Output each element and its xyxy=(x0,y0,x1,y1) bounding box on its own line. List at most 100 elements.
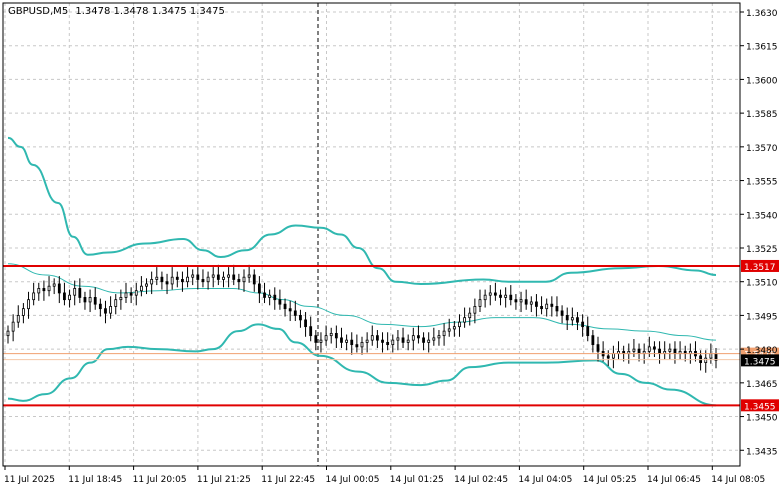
candle-bear xyxy=(401,337,405,343)
candle-bull xyxy=(114,299,118,307)
candle-bear xyxy=(304,319,307,328)
candle-bull xyxy=(16,315,20,323)
candle-bear xyxy=(78,288,82,298)
x-tick-label: 11 Jul 22:45 xyxy=(261,475,315,485)
candle-bull xyxy=(170,276,174,285)
candle-bear xyxy=(196,274,200,280)
candle-bear xyxy=(550,303,554,307)
y-tick-label: 1.3450 xyxy=(746,414,778,424)
candle-bull xyxy=(68,294,71,301)
candle-bull xyxy=(570,317,574,321)
y-tick-label: 1.3585 xyxy=(746,110,778,120)
x-tick-label: 11 Jul 20:05 xyxy=(133,475,187,485)
candle-bear xyxy=(309,326,313,337)
candle-bull xyxy=(52,283,56,287)
candle-bear xyxy=(57,283,61,294)
chart-window[interactable]: 1.35171.34551.34781.3475 1.36301.36151.3… xyxy=(0,0,781,489)
level-price-label: 1.3517 xyxy=(744,263,776,273)
candle-bear xyxy=(514,299,518,303)
candle-bull xyxy=(150,279,154,285)
candle-bull xyxy=(411,335,415,341)
candle-bear xyxy=(293,310,297,316)
candle-bear xyxy=(493,292,497,296)
candle-bear xyxy=(540,306,543,310)
candle-bear xyxy=(42,288,46,292)
candle-bull xyxy=(704,357,708,364)
candle-bear xyxy=(381,339,384,343)
candle-bull xyxy=(145,283,148,287)
x-tick-label: 14 Jul 08:05 xyxy=(711,475,765,485)
level-price-label: 1.3455 xyxy=(744,402,776,412)
y-tick-label: 1.3555 xyxy=(746,178,778,188)
candle-bear xyxy=(288,308,292,312)
candle-bear xyxy=(422,337,425,343)
symbol-timeframe: GBPUSD,M5 xyxy=(8,6,68,17)
candle-bull xyxy=(647,346,651,352)
candle-bear xyxy=(653,346,656,350)
candle-bull xyxy=(329,332,333,337)
y-tick-label: 1.3510 xyxy=(746,279,778,289)
candle-bear xyxy=(576,317,579,323)
candle-bull xyxy=(6,330,10,337)
candle-bull xyxy=(191,274,195,278)
candle-bull xyxy=(396,337,400,341)
price-chart[interactable]: 1.35171.34551.34781.3475 1.36301.36151.3… xyxy=(0,0,781,489)
candle-bear xyxy=(509,294,513,301)
candle-bull xyxy=(227,274,231,278)
x-tick-label: 14 Jul 01:25 xyxy=(390,475,444,485)
candle-bear xyxy=(386,341,390,346)
candle-bull xyxy=(437,335,441,339)
candle-bear xyxy=(350,339,354,346)
candle-bear xyxy=(216,274,220,280)
candle-bull xyxy=(88,297,92,303)
candle-bear xyxy=(257,283,261,294)
candle-bull xyxy=(134,290,138,296)
candle-bull xyxy=(458,321,461,328)
candle-bear xyxy=(232,274,236,280)
ohlc-values: 1.3478 1.3478 1.3475 1.3475 xyxy=(75,6,225,17)
candle-bull xyxy=(73,288,77,296)
candle-bull xyxy=(155,276,159,280)
candle-bear xyxy=(160,276,164,283)
candle-bear xyxy=(637,348,641,355)
candle-bear xyxy=(591,335,595,346)
candle-bull xyxy=(483,294,487,301)
candle-bear xyxy=(299,315,302,321)
candle-bull xyxy=(427,339,431,343)
y-tick-label: 1.3525 xyxy=(746,245,778,255)
candle-bull xyxy=(468,312,472,319)
candle-bull xyxy=(632,348,636,352)
candle-bear xyxy=(263,292,266,298)
candle-bear xyxy=(201,279,205,283)
x-tick-label: 11 Jul 18:45 xyxy=(68,475,122,485)
x-tick-label: 14 Jul 04:05 xyxy=(518,475,572,485)
candle-bear xyxy=(237,279,241,283)
x-tick-label: 14 Jul 05:25 xyxy=(583,475,637,485)
candle-bear xyxy=(581,321,585,328)
candle-bear xyxy=(98,303,102,310)
candle-bull xyxy=(529,301,533,305)
candle-bull xyxy=(242,276,246,283)
candle-bear xyxy=(375,335,379,341)
candle-bull xyxy=(391,339,395,346)
candle-bull xyxy=(27,299,30,310)
candle-bear xyxy=(104,308,107,314)
candle-bull xyxy=(47,285,51,292)
candle-bear xyxy=(586,326,590,337)
candle-bull xyxy=(668,348,672,352)
candle-bear xyxy=(340,337,343,343)
y-tick-label: 1.3615 xyxy=(746,43,778,53)
candle-bull xyxy=(186,276,189,283)
y-tick-label: 1.3480 xyxy=(746,346,778,356)
candle-bear xyxy=(560,310,564,316)
x-tick-label: 11 Jul 21:25 xyxy=(197,475,251,485)
candle-bull xyxy=(545,303,549,310)
candle-bull xyxy=(345,339,349,343)
candle-bull xyxy=(365,339,369,343)
symbol-label: GBPUSD,M5 1.3478 1.3478 1.3475 1.3475 xyxy=(8,6,225,17)
x-tick-label: 14 Jul 02:45 xyxy=(454,475,508,485)
candle-bull xyxy=(504,294,508,298)
y-tick-label: 1.3540 xyxy=(746,211,778,221)
candle-bear xyxy=(63,292,66,301)
candle-bear xyxy=(129,292,133,296)
